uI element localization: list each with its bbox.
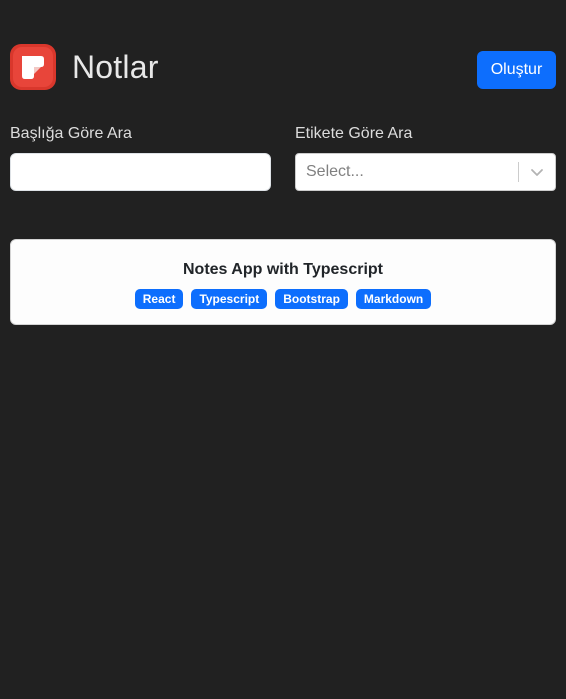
tag-badge: Bootstrap [275,289,348,309]
chevron-down-icon[interactable] [529,164,545,180]
page-header: Notlar Oluştur [10,44,556,90]
tag-select[interactable]: Select... [295,153,556,191]
tag-badge: Markdown [355,289,432,309]
create-note-button[interactable]: Oluştur [477,51,556,89]
note-tags: React Typescript Bootstrap Markdown [11,289,555,309]
title-search-label: Başlığa Göre Ara [10,125,132,142]
tag-select-placeholder: Select... [306,163,364,180]
title-search-input[interactable] [10,153,271,191]
tag-badge: Typescript [191,289,268,309]
note-title: Notes App with Typescript [182,261,383,278]
note-card[interactable]: Notes App with Typescript React Typescri… [10,239,556,325]
select-indicator-separator [518,162,519,182]
tag-badge: React [134,289,184,309]
tag-search-label: Etikete Göre Ara [295,125,413,142]
notes-app-logo-icon [10,44,56,90]
page-title: Notlar [72,49,159,85]
